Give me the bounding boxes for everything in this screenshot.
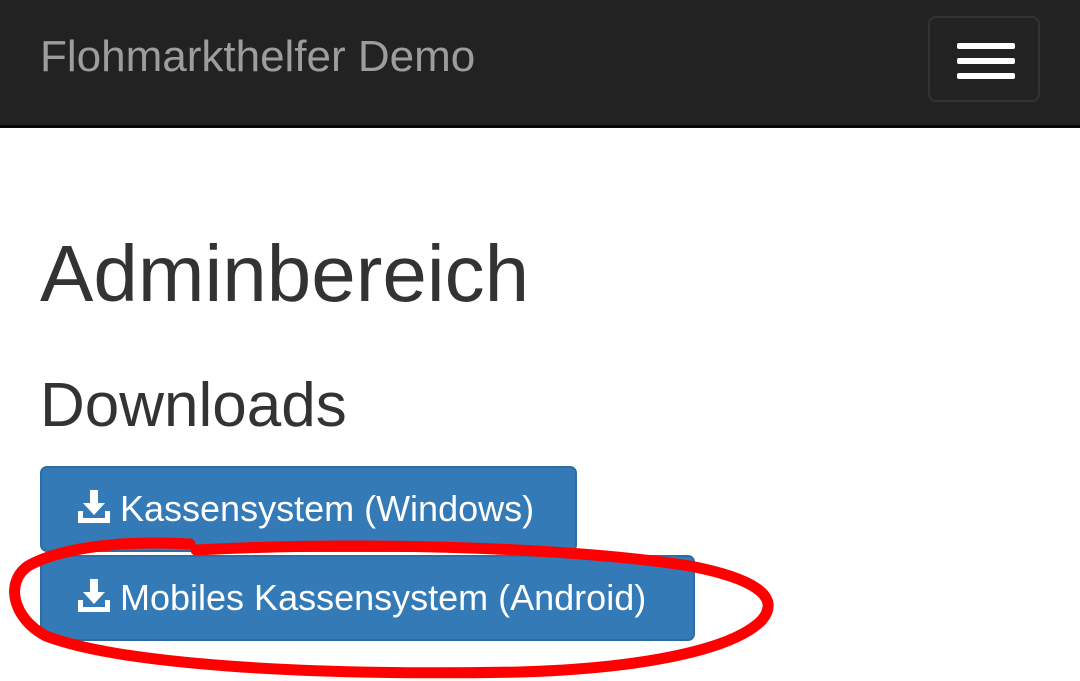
download-android-label: Mobiles Kassensystem (Android) [120, 577, 647, 618]
download-android-button[interactable]: Mobiles Kassensystem (Android) [40, 555, 695, 641]
page-title: Adminbereich [40, 229, 530, 318]
download-windows-label: Kassensystem (Windows) [120, 488, 535, 529]
navbar-toggle-button[interactable] [928, 16, 1040, 102]
hamburger-menu-icon [957, 43, 1015, 49]
download-icon [76, 489, 112, 525]
page: Flohmarkthelfer Demo Adminbereich Downlo… [0, 0, 1080, 681]
top-navbar: Flohmarkthelfer Demo [0, 0, 1080, 128]
download-icon [76, 578, 112, 614]
navbar-brand[interactable]: Flohmarkthelfer Demo [40, 30, 475, 84]
download-windows-button[interactable]: Kassensystem (Windows) [40, 466, 577, 552]
hamburger-menu-icon-bar [957, 73, 1015, 79]
hamburger-menu-icon-bar [957, 58, 1015, 64]
downloads-heading: Downloads [40, 371, 347, 440]
